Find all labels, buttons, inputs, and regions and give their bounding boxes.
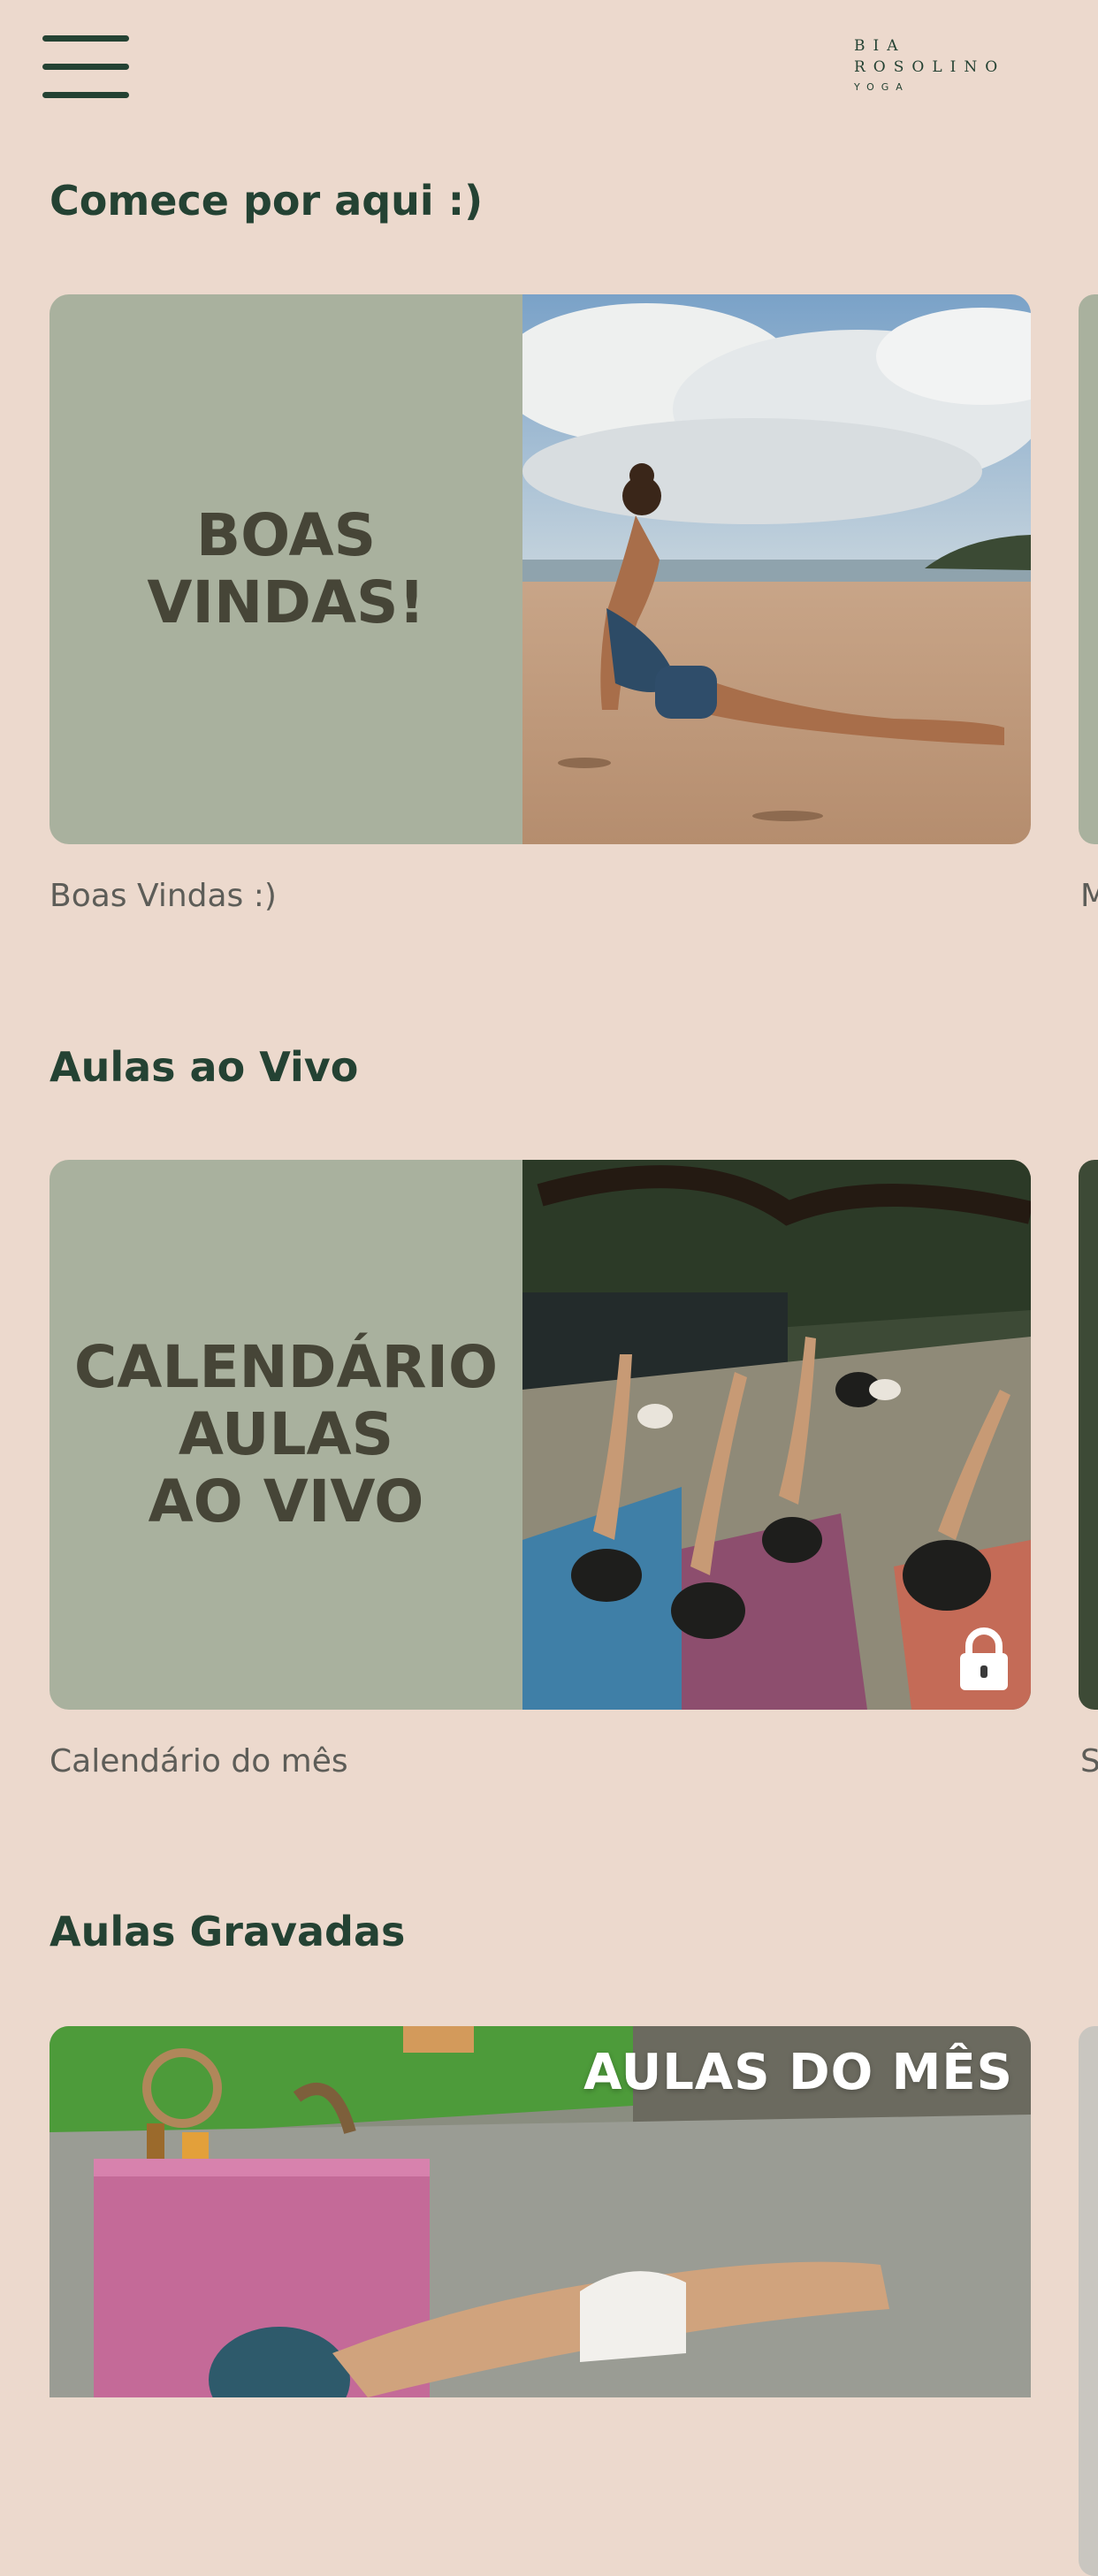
- card-boas-vindas[interactable]: BOAS VINDAS!: [50, 294, 1031, 844]
- menu-line-1: [42, 35, 129, 42]
- logo-line-2: ROSOLINO: [854, 58, 1006, 76]
- group-class-illustration: [522, 1160, 1031, 1710]
- section-title-aulas-gravadas: Aulas Gravadas: [50, 1908, 406, 1955]
- card-calendario[interactable]: CALENDÁRIO AULAS AO VIVO: [50, 1160, 1031, 1710]
- banner-aulas-do-mes: AULAS DO MÊS: [583, 2044, 1013, 2101]
- next-card-peek[interactable]: [1079, 2026, 1098, 2576]
- menu-icon[interactable]: [42, 35, 131, 103]
- top-bar: BIA ROSOLINO YOGA: [0, 0, 1098, 141]
- yoga-group-image: [522, 1160, 1031, 1710]
- beach-photo-illustration: [496, 294, 1031, 844]
- logo-line-1: BIA: [854, 37, 906, 55]
- next-card-label-peek: M: [1080, 878, 1098, 914]
- card-title: CALENDÁRIO AULAS AO VIVO: [73, 1333, 499, 1536]
- card-aulas-do-mes[interactable]: AULAS DO MÊS: [50, 2026, 1031, 2397]
- section-title-comece: Comece por aqui :): [50, 177, 484, 225]
- next-card-peek[interactable]: [1079, 1160, 1098, 1710]
- card-label-calendario: Calendário do mês: [50, 1743, 348, 1780]
- card-title-panel: CALENDÁRIO AULAS AO VIVO: [50, 1160, 522, 1710]
- brand-logo[interactable]: BIA ROSOLINO YOGA: [813, 18, 1043, 117]
- card-label-boas-vindas: Boas Vindas :): [50, 878, 277, 914]
- logo-line-3: YOGA: [854, 81, 910, 93]
- lock-icon: [957, 1627, 1011, 1692]
- card-title-panel: BOAS VINDAS!: [50, 294, 522, 844]
- section-title-aulas-ao-vivo: Aulas ao Vivo: [50, 1043, 359, 1091]
- next-card-label-peek: S: [1080, 1743, 1098, 1780]
- next-card-peek[interactable]: [1079, 294, 1098, 844]
- card-title: BOAS VINDAS!: [147, 501, 425, 636]
- menu-line-3: [42, 92, 129, 98]
- yoga-beach-image: [496, 294, 1031, 844]
- menu-line-2: [42, 64, 129, 70]
